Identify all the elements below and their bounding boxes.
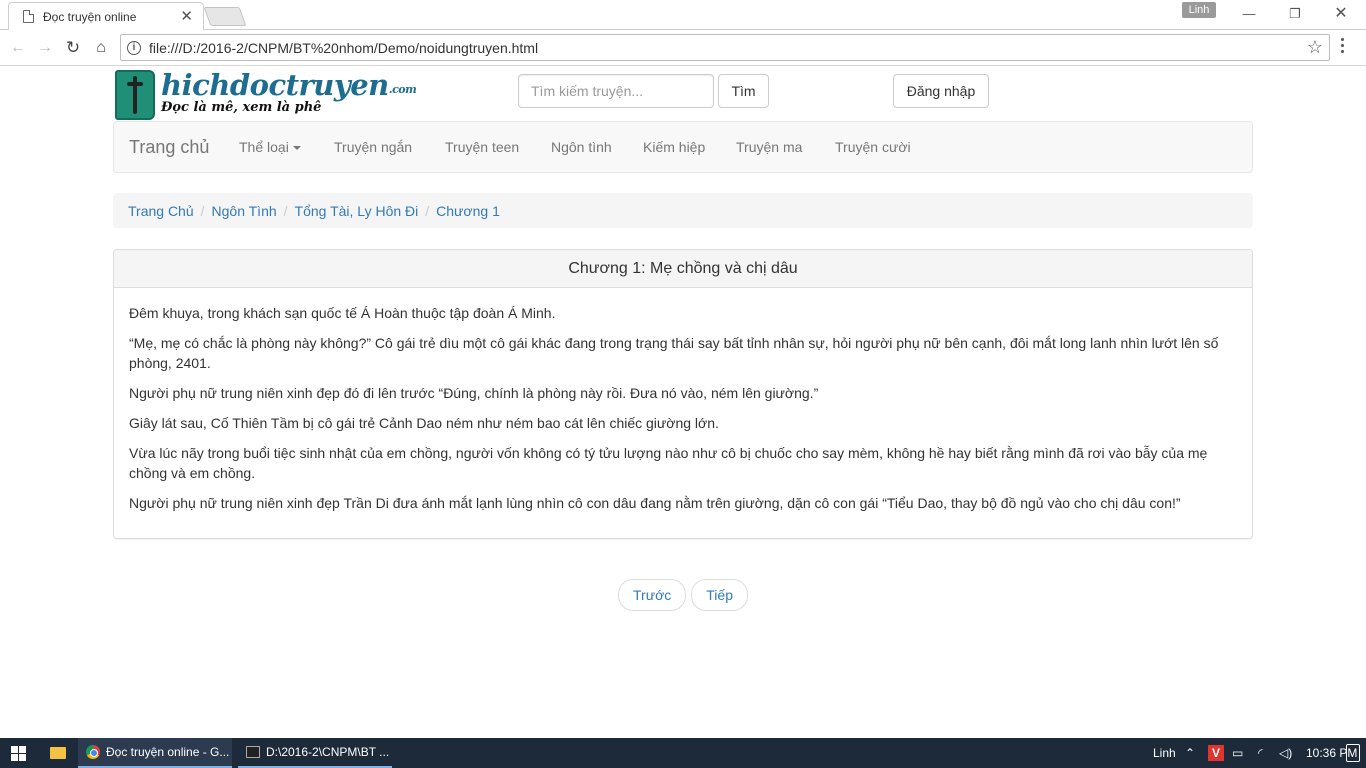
tab-title: Đọc truyện online bbox=[43, 9, 137, 24]
tray-user[interactable]: Linh bbox=[1153, 738, 1176, 768]
taskbar-item-explorer-window[interactable]: D:\2016-2\CNPM\BT ... bbox=[238, 738, 392, 768]
page-icon bbox=[23, 10, 34, 23]
browser-tab[interactable]: Đọc truyện online ✕ bbox=[8, 2, 204, 30]
address-bar[interactable]: i file:///D:/2016-2/CNPM/BT%20nhom/Demo/… bbox=[120, 34, 1330, 61]
nav-item-comedy[interactable]: Truyện cười bbox=[835, 122, 911, 172]
prev-chapter-button[interactable]: Trước bbox=[618, 579, 687, 611]
antivirus-icon[interactable]: V bbox=[1208, 745, 1224, 761]
nav-item-romance[interactable]: Ngôn tình bbox=[551, 122, 612, 172]
close-tab-icon[interactable]: ✕ bbox=[180, 9, 193, 24]
window-icon bbox=[246, 746, 260, 758]
nav-item-martial-arts[interactable]: Kiếm hiệp bbox=[643, 122, 705, 172]
breadcrumb-separator: / bbox=[425, 202, 430, 219]
chapter-pager: Trước Tiếp bbox=[0, 579, 1366, 611]
chapter-paragraph: Người phụ nữ trung niên xinh đẹp đó đi l… bbox=[129, 385, 819, 401]
search-button[interactable]: Tìm bbox=[718, 74, 769, 108]
back-arrow-icon[interactable]: ← bbox=[6, 36, 30, 60]
restore-icon[interactable]: ❐ bbox=[1272, 0, 1318, 28]
caret-down-icon bbox=[292, 146, 301, 151]
nav-item-teen-stories[interactable]: Truyện teen bbox=[445, 122, 519, 172]
search-input[interactable] bbox=[518, 74, 714, 108]
info-icon[interactable]: i bbox=[127, 40, 141, 55]
main-navbar: Trang chủ Thể loại Truyện ngắn Truyện te… bbox=[113, 121, 1253, 173]
bookmark-star-icon[interactable]: ☆ bbox=[1307, 37, 1323, 58]
logo-slogan: Đọc là mê, xem là phê bbox=[161, 100, 322, 115]
browser-titlebar: Đọc truyện online ✕ Linh — ❐ ✕ bbox=[0, 0, 1366, 30]
home-icon[interactable]: ⌂ bbox=[89, 36, 113, 60]
chrome-icon bbox=[86, 745, 100, 759]
nav-item-horror[interactable]: Truyện ma bbox=[736, 122, 802, 172]
next-chapter-button[interactable]: Tiếp bbox=[691, 579, 748, 611]
windows-taskbar: Đọc truyện online - G... D:\2016-2\CNPM\… bbox=[0, 738, 1366, 768]
close-window-icon[interactable]: ✕ bbox=[1318, 0, 1364, 28]
breadcrumb-chapter[interactable]: Chương 1 bbox=[436, 203, 500, 219]
nav-item-short-stories[interactable]: Truyện ngắn bbox=[334, 122, 412, 172]
new-tab-button[interactable] bbox=[203, 7, 247, 26]
chevron-up-icon[interactable]: ⌃ bbox=[1185, 738, 1195, 768]
battery-icon[interactable]: ▭ bbox=[1232, 738, 1243, 768]
breadcrumb-story[interactable]: Tổng Tài, Ly Hôn Đi bbox=[295, 203, 419, 219]
chapter-paragraph: Người phụ nữ trung niên xinh đẹp Trần Di… bbox=[129, 495, 1181, 511]
taskbar-item-label: Đọc truyện online - G... bbox=[106, 745, 230, 759]
profile-badge[interactable]: Linh bbox=[1182, 2, 1216, 18]
reload-icon[interactable]: ↻ bbox=[61, 36, 85, 60]
notification-icon[interactable] bbox=[1346, 744, 1360, 762]
url-text[interactable]: file:///D:/2016-2/CNPM/BT%20nhom/Demo/no… bbox=[149, 40, 1307, 56]
file-explorer-icon[interactable] bbox=[40, 738, 76, 768]
breadcrumb-category[interactable]: Ngôn Tình bbox=[212, 203, 277, 219]
volume-icon[interactable]: ◁) bbox=[1279, 738, 1292, 768]
page-viewport: hichdoctruyen.com Đọc là mê, xem là phê … bbox=[0, 66, 1366, 738]
chapter-panel: Chương 1: Mẹ chồng và chị dâu Đêm khuya,… bbox=[113, 249, 1253, 539]
chapter-paragraph: Vừa lúc nãy trong buổi tiệc sinh nhật củ… bbox=[129, 445, 1208, 481]
taskbar-item-label: D:\2016-2\CNPM\BT ... bbox=[266, 745, 390, 759]
windows-start-icon[interactable] bbox=[0, 738, 38, 768]
wifi-icon[interactable]: ◜ bbox=[1258, 738, 1263, 768]
breadcrumb-home[interactable]: Trang Chủ bbox=[128, 203, 194, 219]
chapter-paragraph: Đêm khuya, trong khách sạn quốc tế Á Hoà… bbox=[129, 305, 556, 321]
taskbar-item-chrome[interactable]: Đọc truyện online - G... bbox=[78, 738, 232, 768]
minimize-icon[interactable]: — bbox=[1226, 0, 1272, 28]
chapter-paragraph: Giây lát sau, Cố Thiên Tầm bị cô gái trẻ… bbox=[129, 415, 719, 431]
breadcrumb: Trang Chủ / Ngôn Tình / Tổng Tài, Ly Hôn… bbox=[113, 193, 1253, 228]
book-logo-icon bbox=[115, 70, 155, 120]
chapter-title: Chương 1: Mẹ chồng và chị dâu bbox=[114, 250, 1252, 288]
breadcrumb-separator: / bbox=[200, 202, 205, 219]
menu-kebab-icon[interactable] bbox=[1341, 38, 1344, 56]
chapter-paragraph: “Mẹ, mẹ có chắc là phòng này không?” Cô … bbox=[129, 335, 1219, 371]
site-logo[interactable]: hichdoctruyen.com Đọc là mê, xem là phê bbox=[115, 68, 417, 120]
nav-item-genres[interactable]: Thể loại bbox=[239, 122, 301, 172]
chapter-body: Đêm khuya, trong khách sạn quốc tế Á Hoà… bbox=[114, 288, 1252, 538]
browser-toolbar: ← → ↻ ⌂ i file:///D:/2016-2/CNPM/BT%20nh… bbox=[0, 30, 1366, 66]
forward-arrow-icon[interactable]: → bbox=[33, 36, 57, 60]
nav-home-link[interactable]: Trang chủ bbox=[129, 122, 209, 172]
breadcrumb-separator: / bbox=[283, 202, 288, 219]
logo-brand: hichdoctruyen.com bbox=[161, 68, 417, 102]
login-button[interactable]: Đăng nhập bbox=[893, 74, 989, 108]
